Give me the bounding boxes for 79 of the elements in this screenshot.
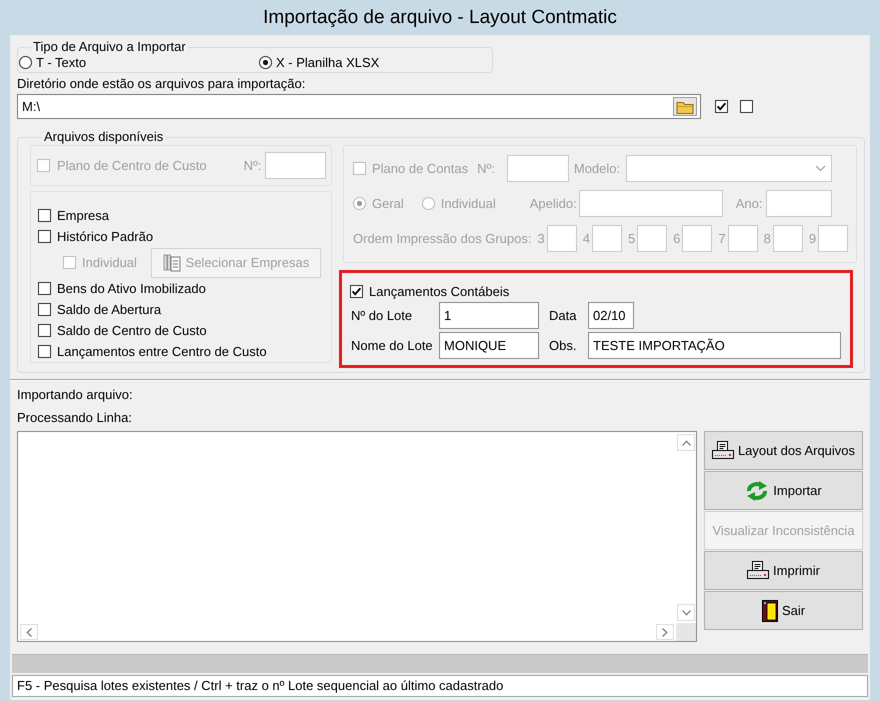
scroll-down-button[interactable] — [677, 604, 695, 621]
refresh-icon — [745, 480, 770, 500]
print-button[interactable]: Imprimir — [704, 551, 863, 590]
option-label: Saldo de Abertura — [57, 302, 162, 317]
horizontal-scrollbar[interactable] — [18, 623, 676, 641]
number-field[interactable] — [265, 152, 326, 179]
field-label: Ordem Impressão dos Grupos: — [353, 231, 532, 246]
option-label: Geral — [372, 196, 404, 211]
folder-icon — [676, 100, 694, 114]
progress-label: Importando arquivo: — [17, 388, 134, 402]
radio-button[interactable] — [259, 56, 272, 68]
directory-field[interactable]: M:\ — [17, 94, 701, 119]
printer-icon — [747, 561, 770, 580]
option-label: Bens do Ativo Imobilizado — [57, 281, 206, 296]
caret-icon — [815, 165, 826, 172]
checkbox[interactable] — [38, 324, 51, 337]
layout-button[interactable]: Layout dos Arquivos — [704, 431, 863, 470]
field-label: Diretório onde estão os arquivos para importação: — [17, 77, 306, 91]
option-label: T - Texto — [36, 54, 86, 70]
status-hint: F5 - Pesquisa lotes existentes / Ctrl + traz o nº Lote sequencial ao último cadastrado — [12, 675, 868, 697]
chevron-down-icon — [682, 610, 690, 616]
checkbox[interactable] — [740, 100, 753, 113]
checkbox[interactable] — [350, 284, 363, 298]
option-label: Plano de Contas — [372, 161, 468, 176]
option-label: Individual — [440, 196, 496, 211]
checkbox[interactable] — [38, 209, 51, 222]
documents-icon — [162, 254, 181, 272]
door-icon — [762, 600, 778, 622]
printer-icon — [712, 441, 734, 460]
progress-label: Processando Linha: — [17, 411, 133, 425]
option-label: X - Planilha XLSX — [276, 54, 380, 70]
field-label: Nº: — [477, 161, 495, 176]
lot-number-field[interactable]: 1 — [439, 302, 539, 329]
scroll-right-button[interactable] — [656, 624, 674, 640]
field-label: Nº do Lote — [350, 308, 414, 323]
scroll-up-button[interactable] — [677, 434, 695, 451]
field-label: 4 — [582, 231, 590, 246]
checkbox[interactable] — [38, 303, 51, 316]
vertical-scrollbar[interactable] — [676, 432, 696, 623]
window-title: Importação de arquivo - Layout Contmatic — [263, 6, 617, 28]
option-label: Empresa — [57, 208, 110, 223]
option-label: Histórico Padrão — [57, 229, 154, 244]
exit-button[interactable]: Sair — [704, 591, 863, 630]
option-label: Lançamentos entre Centro de Custo — [57, 344, 267, 359]
chevron-right-icon — [662, 628, 668, 636]
group-title: Arquivos disponíveis — [43, 130, 164, 144]
field-label: Data — [548, 308, 578, 323]
option-label: Lançamentos Contábeis — [369, 284, 510, 298]
checkbox[interactable] — [715, 100, 728, 113]
field-label: 8 — [764, 231, 771, 246]
browse-button[interactable] — [673, 97, 697, 116]
checkbox[interactable] — [38, 345, 51, 358]
option-label: Plano de Centro de Custo — [57, 158, 207, 173]
field-label: Nome do Lote — [350, 338, 434, 353]
chevron-left-icon — [26, 628, 32, 636]
date-field[interactable]: 02/10 — [588, 302, 634, 329]
field-label: 3 — [537, 231, 545, 246]
option-label: Individual — [82, 255, 137, 270]
group-title: Tipo de Arquivo a Importar — [32, 40, 187, 54]
checkbox[interactable] — [38, 282, 51, 295]
field-label: 6 — [673, 231, 680, 246]
field-label: 9 — [808, 231, 816, 246]
import-button[interactable]: Importar — [704, 471, 863, 510]
radio-button[interactable] — [19, 56, 32, 68]
chevron-up-icon — [682, 440, 690, 446]
field-label: Ano: — [736, 196, 762, 211]
lot-name-field[interactable]: MONIQUE — [439, 332, 539, 359]
option-label: Saldo de Centro de Custo — [57, 323, 207, 338]
scrollbar-corner — [676, 623, 696, 641]
field-label: Obs. — [548, 338, 578, 353]
field-label: 7 — [718, 231, 726, 246]
field-label: 5 — [628, 231, 636, 246]
scroll-left-button[interactable] — [20, 624, 38, 640]
checkbox[interactable] — [38, 230, 51, 243]
field-label: Nº: — [244, 158, 262, 173]
field-label: Apelido: — [530, 196, 577, 211]
notes-field[interactable]: TESTE IMPORTAÇÃO — [588, 332, 841, 359]
field-label: Modelo: — [574, 161, 620, 176]
log-field[interactable] — [17, 431, 697, 642]
